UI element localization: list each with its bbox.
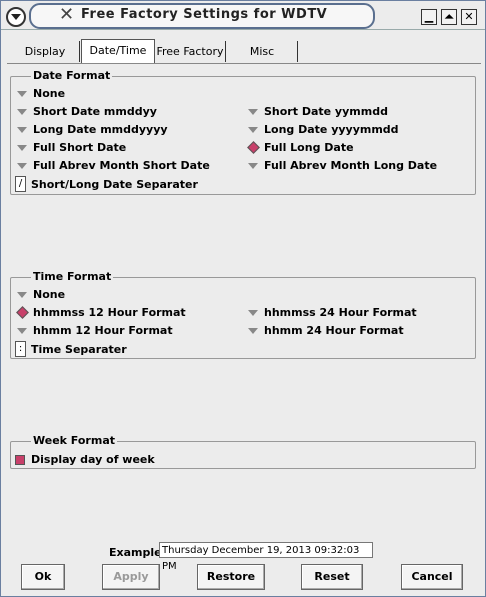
radio-off-icon[interactable] bbox=[248, 125, 258, 135]
example-value: Thursday December 19, 2013 09:32:03 PM bbox=[159, 542, 373, 572]
radio-off-icon[interactable] bbox=[17, 143, 27, 153]
time-format-group: Time Format None hhmmss 12 Hour Format h… bbox=[10, 270, 476, 359]
radio-off-icon[interactable] bbox=[17, 161, 27, 171]
maximize-icon[interactable]: ⏶ bbox=[441, 9, 457, 25]
ok-button[interactable]: Ok bbox=[21, 564, 65, 590]
radio-on-icon[interactable] bbox=[248, 143, 258, 153]
radio-off-icon[interactable] bbox=[17, 107, 27, 117]
tab-misc[interactable]: Misc bbox=[227, 41, 298, 62]
reset-button[interactable]: Reset bbox=[301, 564, 363, 590]
tab-date-time[interactable]: Date/Time bbox=[81, 39, 155, 64]
window-title: Free Factory Settings for WDTV bbox=[81, 7, 328, 22]
option-label: Long Date yyyymmdd bbox=[264, 123, 399, 136]
option-label: Short Date mmddyy bbox=[33, 105, 157, 118]
date-separator-input[interactable]: / bbox=[15, 176, 26, 192]
time-separator-label: Time Separater bbox=[31, 343, 127, 356]
radio-off-icon[interactable] bbox=[248, 308, 258, 318]
option-label: Full Abrev Month Long Date bbox=[264, 159, 438, 172]
close-icon[interactable]: ✕ bbox=[461, 9, 477, 25]
minimize-icon[interactable]: ▁ bbox=[421, 9, 437, 25]
radio-off-icon[interactable] bbox=[17, 290, 27, 300]
app-logo-icon: ✕ bbox=[59, 4, 75, 25]
date-format-legend: Date Format bbox=[31, 69, 113, 82]
option-label: Full Short Date bbox=[33, 141, 127, 154]
time-format-legend: Time Format bbox=[31, 270, 114, 283]
tab-content: Date Format None Short Date mmddyy Short… bbox=[7, 63, 481, 558]
option-label: hhmmss 12 Hour Format bbox=[33, 306, 186, 319]
radio-off-icon[interactable] bbox=[248, 107, 258, 117]
date-separator-label: Short/Long Date Separater bbox=[31, 178, 198, 191]
option-label: None bbox=[33, 87, 66, 100]
display-day-of-week-checkbox[interactable] bbox=[15, 455, 25, 465]
restore-button[interactable]: Restore bbox=[197, 564, 265, 590]
radio-off-icon[interactable] bbox=[248, 326, 258, 336]
apply-button[interactable]: Apply bbox=[102, 564, 160, 590]
radio-off-icon[interactable] bbox=[17, 326, 27, 336]
option-label: Full Long Date bbox=[264, 141, 354, 154]
option-label: None bbox=[33, 288, 66, 301]
date-format-group: Date Format None Short Date mmddyy Short… bbox=[10, 69, 476, 195]
option-label: Full Abrev Month Short Date bbox=[33, 159, 210, 172]
window-menu-icon[interactable] bbox=[6, 7, 26, 27]
title-bar[interactable]: ✕ Free Factory Settings for WDTV ▁ ⏶ ✕ bbox=[1, 1, 485, 30]
example-label: Example bbox=[109, 546, 162, 559]
option-label: Short Date yymmdd bbox=[264, 105, 388, 118]
option-label: Long Date mmddyyyy bbox=[33, 123, 168, 136]
option-label: hhmm 24 Hour Format bbox=[264, 324, 404, 337]
week-format-legend: Week Format bbox=[31, 434, 118, 447]
display-day-of-week-label: Display day of week bbox=[31, 453, 155, 466]
radio-off-icon[interactable] bbox=[17, 125, 27, 135]
time-separator-input[interactable]: : bbox=[15, 341, 26, 357]
cancel-button[interactable]: Cancel bbox=[401, 564, 463, 590]
option-label: hhmmss 24 Hour Format bbox=[264, 306, 417, 319]
radio-off-icon[interactable] bbox=[248, 161, 258, 171]
tab-free-factory[interactable]: Free Factory bbox=[155, 41, 226, 62]
radio-off-icon[interactable] bbox=[17, 89, 27, 99]
radio-on-icon[interactable] bbox=[17, 308, 27, 318]
option-label: hhmm 12 Hour Format bbox=[33, 324, 173, 337]
settings-window: ✕ Free Factory Settings for WDTV ▁ ⏶ ✕ D… bbox=[0, 0, 486, 597]
tab-display[interactable]: Display bbox=[11, 41, 80, 62]
week-format-group: Week Format Display day of week bbox=[10, 434, 476, 469]
